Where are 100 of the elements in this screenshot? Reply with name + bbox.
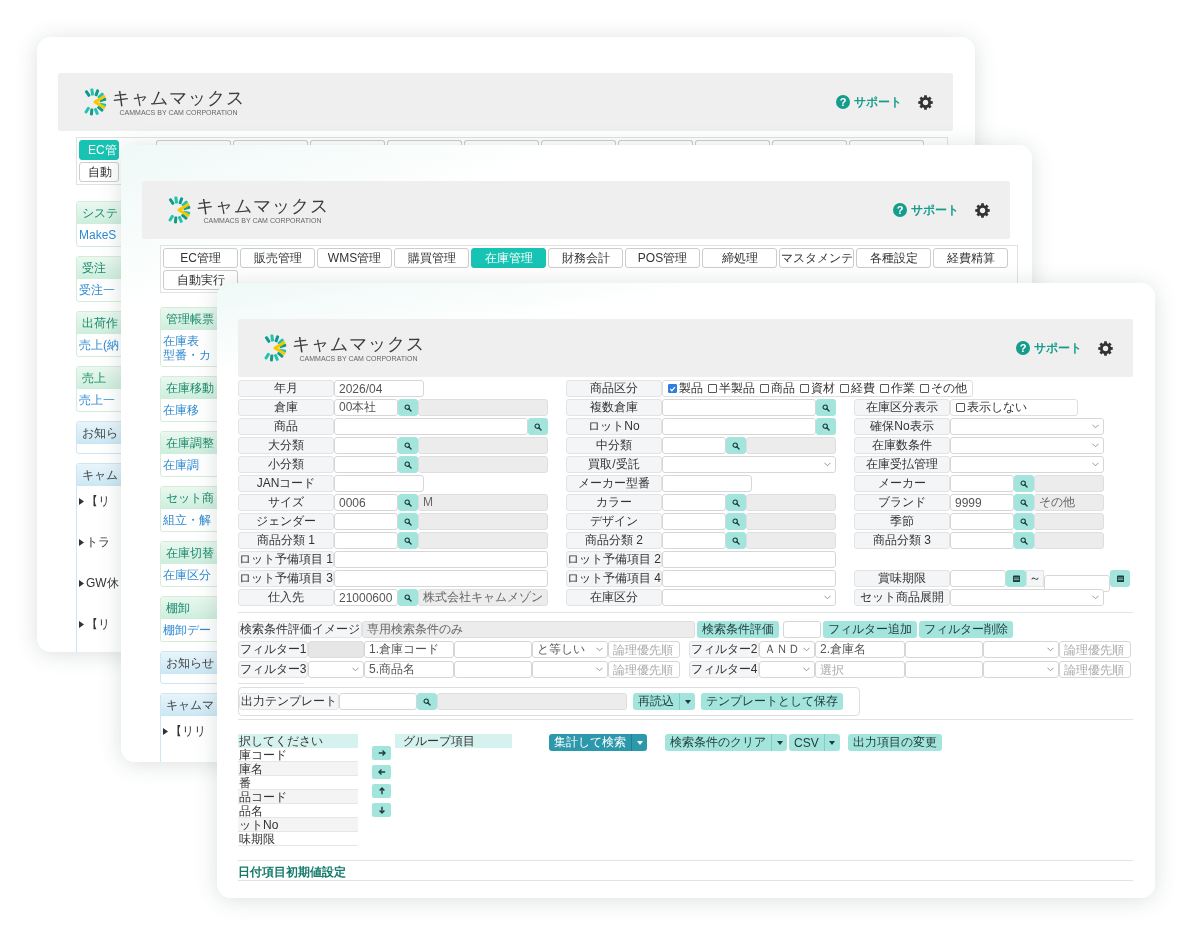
dropdown-toggle[interactable] — [679, 693, 695, 710]
sidebar-link[interactable]: 在庫移 — [163, 403, 199, 417]
sidebar-link[interactable]: 型番・カ — [163, 348, 211, 362]
tab[interactable] — [464, 140, 539, 145]
list-item[interactable]: ットNo — [238, 818, 358, 832]
notice-link[interactable]: トラ — [79, 535, 110, 549]
text-field[interactable]: 論理優先順 — [608, 661, 680, 678]
text-field[interactable]: 論理優先順 — [608, 641, 680, 658]
text-field[interactable] — [662, 475, 752, 492]
checkbox[interactable] — [880, 384, 889, 393]
tab[interactable]: 自動実行 — [163, 270, 238, 290]
settings-icon[interactable] — [975, 202, 990, 218]
tab[interactable]: 財務会計 — [548, 248, 623, 268]
search-button[interactable] — [398, 589, 418, 606]
move-down-button[interactable] — [372, 803, 391, 817]
search-button[interactable] — [398, 494, 418, 511]
output-columns-button[interactable]: 出力項目の変更 — [847, 734, 942, 751]
text-field[interactable] — [334, 456, 398, 473]
checkbox[interactable] — [920, 384, 929, 393]
text-field[interactable]: 0006 — [334, 494, 398, 511]
search-button[interactable] — [398, 437, 418, 454]
tab[interactable]: 販売管理 — [240, 248, 315, 268]
tab[interactable]: 自動 — [79, 162, 119, 182]
dropdown[interactable] — [759, 661, 815, 678]
search-button[interactable] — [398, 456, 418, 473]
add-filter-button[interactable]: フィルター追加 — [823, 621, 917, 638]
dropdown[interactable]: ＡＮＤ — [759, 641, 815, 658]
search-button[interactable] — [398, 513, 418, 530]
notice-link[interactable]: 【リリ — [163, 724, 206, 738]
search-button[interactable] — [398, 532, 418, 549]
text-field[interactable] — [334, 418, 528, 435]
notice-link[interactable]: GW休 — [79, 576, 119, 590]
text-field[interactable]: 1.倉庫コード — [364, 641, 454, 658]
text-field[interactable] — [662, 494, 726, 511]
clear-button[interactable]: 検索条件のクリア — [665, 734, 771, 751]
text-field[interactable] — [334, 437, 398, 454]
checkbox[interactable] — [800, 384, 809, 393]
dropdown[interactable] — [950, 418, 1104, 435]
checkbox[interactable] — [840, 384, 849, 393]
text-field[interactable]: 2026/04 — [334, 380, 424, 397]
tab[interactable] — [387, 140, 462, 145]
text-field[interactable] — [905, 661, 983, 678]
reload-button[interactable]: 再読込 — [633, 693, 679, 710]
dropdown[interactable]: と等しい — [532, 641, 608, 658]
tab[interactable] — [156, 140, 231, 145]
text-field[interactable] — [950, 532, 1014, 549]
search-button[interactable] — [1014, 532, 1034, 549]
search-button[interactable] — [417, 693, 437, 710]
sidebar-link[interactable]: 在庫区分 — [163, 568, 211, 582]
text-field[interactable] — [950, 475, 1014, 492]
tab[interactable] — [233, 140, 308, 145]
tab[interactable] — [541, 140, 616, 145]
sidebar-link[interactable]: 棚卸デー — [163, 623, 211, 637]
delete-filter-button[interactable]: フィルター削除 — [919, 621, 1013, 638]
search-button[interactable] — [1014, 513, 1034, 530]
notice-link[interactable]: 【リ — [79, 617, 110, 631]
tab[interactable]: WMS管理 — [317, 248, 392, 268]
tab[interactable] — [772, 140, 847, 145]
sidebar-link[interactable]: MakeS — [79, 228, 117, 242]
move-right-button[interactable] — [372, 746, 391, 760]
text-field[interactable] — [783, 621, 821, 638]
text-field[interactable] — [905, 641, 983, 658]
notice-link[interactable]: 【リ — [79, 494, 110, 508]
list-item[interactable]: 味期限 — [238, 832, 358, 846]
search-button[interactable] — [1014, 494, 1034, 511]
text-field[interactable] — [662, 570, 836, 587]
dropdown[interactable] — [532, 661, 608, 678]
tab[interactable]: 経費精算 — [933, 248, 1008, 268]
dropdown[interactable] — [950, 437, 1104, 454]
tab[interactable]: EC管理 — [163, 248, 238, 268]
tab[interactable]: マスタメンテ — [779, 248, 854, 268]
tab[interactable] — [618, 140, 693, 145]
save-template-button[interactable]: テンプレートとして保存 — [701, 693, 843, 710]
text-field[interactable] — [339, 693, 417, 710]
text-field[interactable] — [950, 570, 1006, 587]
sidebar-link[interactable]: 売上一 — [79, 393, 115, 407]
settings-icon[interactable] — [1098, 340, 1113, 356]
text-field[interactable] — [662, 551, 836, 568]
text-field[interactable] — [662, 418, 816, 435]
text-field[interactable] — [334, 513, 398, 530]
search-button[interactable] — [726, 437, 746, 454]
text-field[interactable] — [454, 661, 532, 678]
sidebar-link[interactable]: 売上(納 — [79, 338, 119, 352]
sidebar-link[interactable]: 受注一 — [79, 283, 115, 297]
text-field[interactable] — [454, 641, 532, 658]
checkbox[interactable] — [708, 384, 717, 393]
text-field[interactable]: 論理優先順 — [1059, 641, 1131, 658]
search-button[interactable] — [528, 418, 548, 435]
search-button[interactable] — [1014, 475, 1034, 492]
calendar-button[interactable] — [1110, 570, 1130, 587]
dropdown[interactable] — [308, 661, 364, 678]
text-field[interactable] — [334, 570, 548, 587]
checkbox[interactable] — [956, 403, 965, 412]
move-up-button[interactable] — [372, 784, 391, 798]
search-button[interactable] — [816, 399, 836, 416]
tab[interactable]: 購買管理 — [394, 248, 469, 268]
tab[interactable] — [310, 140, 385, 145]
dropdown[interactable] — [662, 589, 836, 606]
text-field[interactable] — [662, 437, 726, 454]
text-field[interactable]: 選択 — [815, 661, 905, 678]
